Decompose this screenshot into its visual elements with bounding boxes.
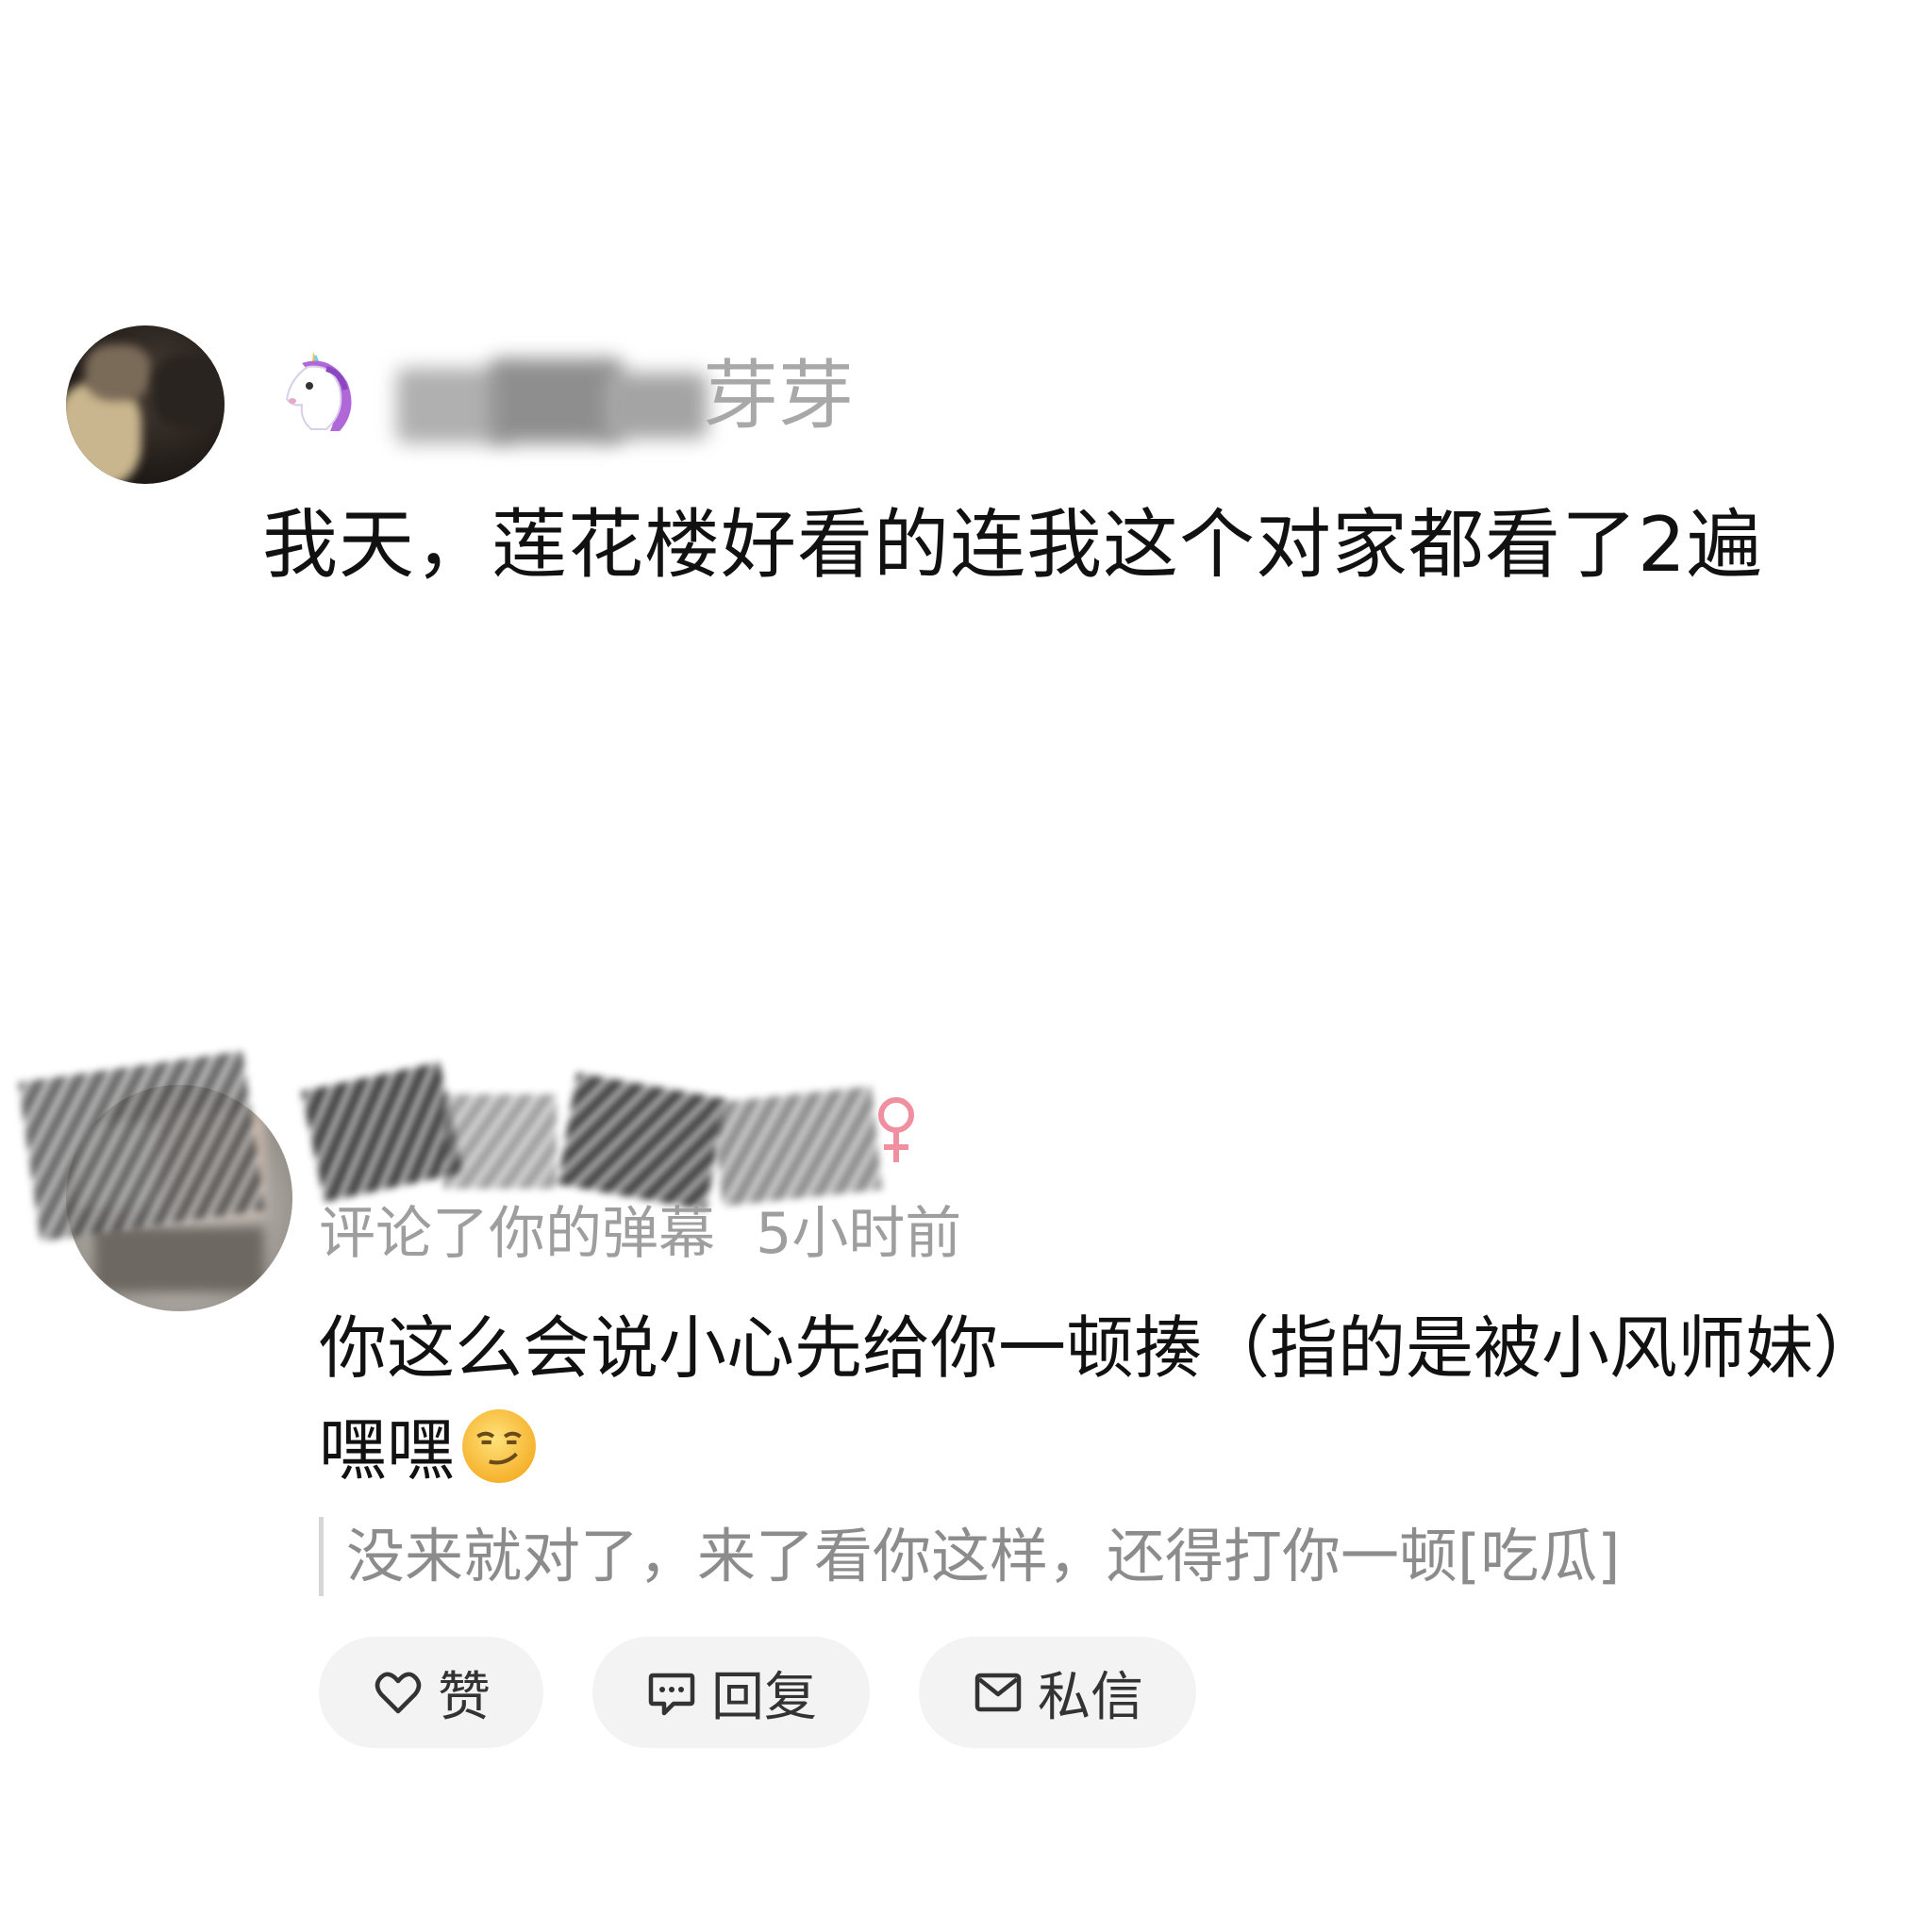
chat-bubble-icon: [648, 1673, 695, 1716]
female-icon: [878, 1097, 914, 1162]
like-button[interactable]: 赞: [319, 1637, 543, 1748]
reply-label: 回复: [711, 1666, 817, 1728]
quoted-danmaku: 没来就对了，来了看你这样，还得打你一顿[吃瓜]: [319, 1517, 1620, 1596]
comment-body: 你这么会说小心先给你一顿揍（指的是被小风师妹）嘿嘿: [319, 1308, 1882, 1490]
message-button[interactable]: 私信: [919, 1637, 1196, 1748]
notification-action: 评论了你的弹幕: [319, 1201, 715, 1267]
username-blurred: [301, 1047, 887, 1210]
envelope-icon: [974, 1673, 1022, 1712]
like-label: 赞: [438, 1666, 491, 1728]
smirking-face-emoji-icon: [462, 1409, 536, 1483]
avatar[interactable]: [66, 325, 225, 484]
message-label: 私信: [1038, 1666, 1143, 1728]
comment-text: 你这么会说小心先给你一顿揍（指的是被小风师妹）嘿嘿: [319, 1297, 1885, 1501]
heart-icon: [375, 1672, 422, 1714]
notification-meta: 评论了你的弹幕 5小时前: [319, 1196, 961, 1272]
timestamp: 5小时前: [756, 1201, 962, 1267]
action-bar: 赞 回复 私信: [319, 1637, 1196, 1748]
unicorn-icon: [285, 352, 352, 431]
reply-button[interactable]: 回复: [592, 1637, 870, 1748]
comment-text: 我天，莲花楼好看的连我这个对家都看了2遍: [262, 501, 1763, 589]
username-blurred: [396, 349, 708, 453]
username[interactable]: 芽芽: [703, 349, 854, 443]
